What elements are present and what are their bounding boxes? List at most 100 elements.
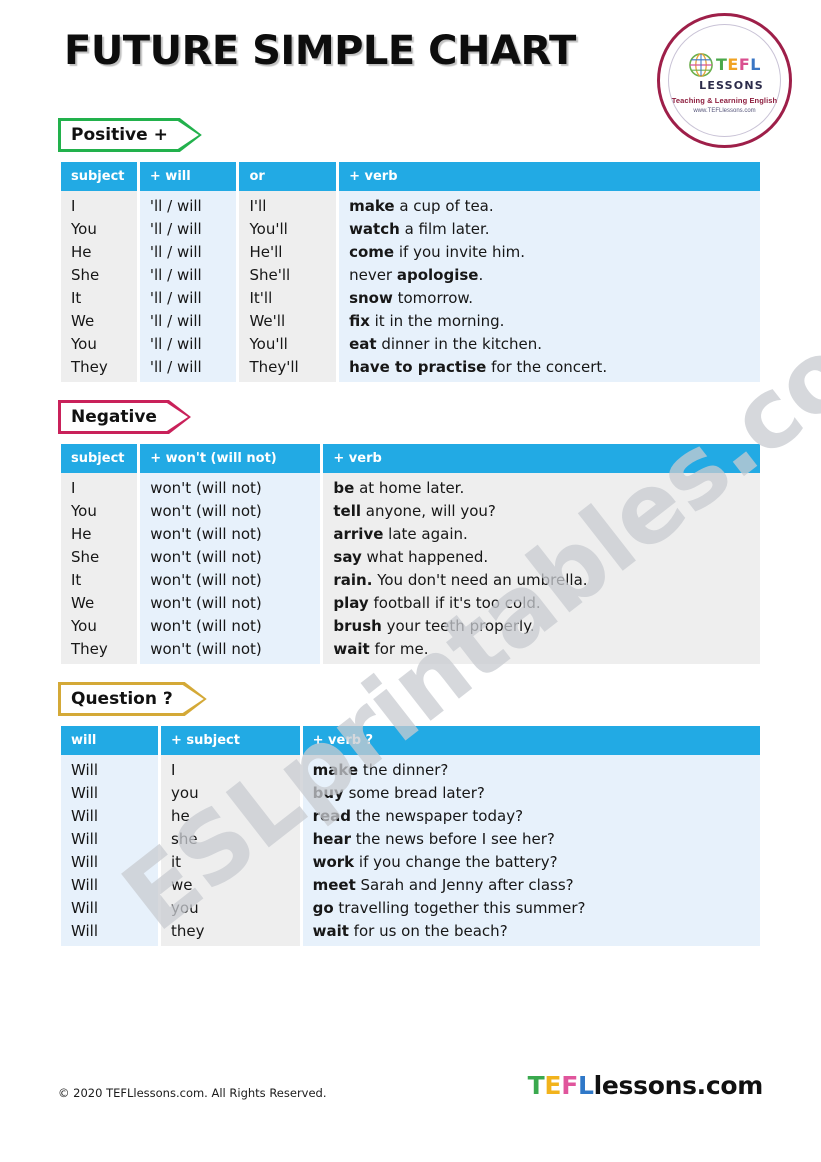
badge-label-question: Question ?: [71, 689, 173, 709]
worksheet-page: ESLprintables.com FUTURE SIMPLE CHART TE…: [0, 0, 821, 1162]
cell-subject: She: [61, 545, 138, 569]
copyright-text: © 2020 TEFLlessons.com. All Rights Reser…: [58, 1086, 327, 1100]
cell-verb-phrase: brush your teeth properly.: [323, 614, 760, 638]
table-row: You'll / will You'll watch a film later.: [61, 217, 760, 241]
cell-subject: It: [61, 568, 138, 592]
cell-auxiliary: 'll / will: [139, 191, 237, 218]
cell-subject: We: [61, 591, 138, 615]
footer-letter-e: E: [544, 1071, 562, 1100]
cell-auxiliary: he: [161, 804, 300, 828]
cell-verb-phrase: eat dinner in the kitchen.: [339, 332, 760, 356]
cell-auxiliary: 'll / will: [139, 240, 237, 264]
cell-auxiliary: 'll / will: [139, 332, 237, 356]
cell-auxiliary: won't (will not): [140, 637, 321, 664]
cell-auxiliary: they: [161, 919, 300, 946]
table-row: Will you go travelling together this summe…: [61, 896, 760, 920]
cell-subject: Will: [61, 850, 159, 874]
cell-verb-phrase: wait for us on the beach?: [302, 919, 760, 946]
cell-auxiliary: won't (will not): [140, 473, 321, 500]
cell-verb-phrase: make the dinner?: [302, 755, 760, 782]
table-positive: subject + will or + verb I'll / will I'll make…: [58, 162, 763, 382]
table-row: He won't (will not) arrive late again.: [61, 522, 760, 546]
column-header: subject: [61, 162, 137, 191]
table-row: Will Imake the dinner?: [61, 755, 760, 782]
logo-lessons-text: LESSONS: [699, 78, 764, 92]
table-header-row: will + subject + verb ?: [61, 726, 760, 755]
cell-auxiliary: won't (will not): [140, 614, 321, 638]
cell-subject: I: [61, 191, 137, 218]
page-footer: © 2020 TEFLlessons.com. All Rights Reser…: [58, 1071, 763, 1100]
cell-auxiliary: won't (will not): [140, 545, 321, 569]
footer-letter-l: L: [577, 1071, 594, 1100]
table-row: It won't (will not) rain. You don't need a…: [61, 568, 760, 592]
cell-subject: Will: [61, 919, 159, 946]
table-row: Iwon't (will not) be at home later.: [61, 473, 760, 500]
sections-container: Positive + subject + will or + verb I'll / wi…: [58, 118, 763, 946]
cell-auxiliary: They'll: [239, 355, 337, 382]
cell-subject: She: [61, 263, 137, 287]
cell-subject: He: [61, 240, 137, 264]
badge-wrap-question: Question ?: [58, 682, 763, 722]
cell-verb-phrase: wait for me.: [323, 637, 760, 664]
badge-wrap-positive: Positive +: [58, 118, 763, 158]
cell-auxiliary: 'll / will: [139, 263, 237, 287]
cell-subject: Will: [61, 755, 159, 782]
cell-auxiliary: 'll / will: [139, 286, 237, 310]
cell-auxiliary: I'll: [239, 191, 337, 218]
table-question: will + subject + verb ? Will Imake the dinne…: [58, 726, 763, 946]
table-row: We won't (will not) play football if it's …: [61, 591, 760, 615]
badge-wrap-negative: Negative: [58, 400, 763, 440]
cell-verb-phrase: have to practise for the concert.: [339, 355, 760, 382]
badge-label-negative: Negative: [71, 407, 157, 427]
cell-subject: It: [61, 286, 137, 310]
globe-icon: [689, 52, 713, 77]
cell-auxiliary: 'll / will: [139, 355, 237, 382]
page-header: FUTURE SIMPLE CHART TEFL LESSONS Teachin…: [58, 0, 792, 148]
cell-auxiliary: won't (will not): [140, 568, 321, 592]
cell-subject: You: [61, 332, 137, 356]
table-row: You'll / will You'll eat dinner in the kit…: [61, 332, 760, 356]
table-row: It'll / will It'll snow tomorrow.: [61, 286, 760, 310]
section-question: Question ? will + subject + verb ? Will Imake…: [58, 682, 763, 946]
cell-subject: They: [61, 355, 137, 382]
table-row: I'll / will I'll make a cup of tea.: [61, 191, 760, 218]
column-header: or: [239, 162, 337, 191]
cell-verb-phrase: buy some bread later?: [302, 781, 760, 805]
cell-auxiliary: we: [161, 873, 300, 897]
cell-subject: He: [61, 522, 138, 546]
column-header: + won't (will not): [140, 444, 321, 473]
column-header: will: [61, 726, 159, 755]
cell-subject: You: [61, 217, 137, 241]
footer-letter-f: F: [561, 1071, 578, 1100]
cell-subject: We: [61, 309, 137, 333]
table-row: Will he read the newspaper today?: [61, 804, 760, 828]
table-row: They'll / will They'll have to practise fo…: [61, 355, 760, 382]
cell-verb-phrase: be at home later.: [323, 473, 760, 500]
table-row: She won't (will not) say what happened.: [61, 545, 760, 569]
cell-auxiliary: It'll: [239, 286, 337, 310]
column-header: + will: [139, 162, 237, 191]
footer-letter-t: T: [527, 1071, 545, 1100]
cell-auxiliary: I: [161, 755, 300, 782]
cell-verb-phrase: say what happened.: [323, 545, 760, 569]
cell-subject: You: [61, 614, 138, 638]
column-header: + verb: [323, 444, 760, 473]
cell-auxiliary: He'll: [239, 240, 337, 264]
table-row: They won't (will not) wait for me.: [61, 637, 760, 664]
cell-auxiliary: won't (will not): [140, 591, 321, 615]
section-badge-positive: Positive +: [58, 118, 202, 152]
table-row: Will she hear the news before I see her?: [61, 827, 760, 851]
cell-verb-phrase: meet Sarah and Jenny after class?: [302, 873, 760, 897]
cell-subject: You: [61, 499, 138, 523]
logo-url: www.TEFLlessons.com: [693, 107, 756, 114]
cell-auxiliary: she: [161, 827, 300, 851]
table-row: She'll / will She'll never apologise.: [61, 263, 760, 287]
cell-verb-phrase: play football if it's too cold.: [323, 591, 760, 615]
cell-auxiliary: won't (will not): [140, 522, 321, 546]
cell-verb-phrase: make a cup of tea.: [339, 191, 760, 218]
cell-auxiliary: 'll / will: [139, 309, 237, 333]
column-header: + verb: [339, 162, 760, 191]
section-negative: Negative subject + won't (will not) + verb I…: [58, 400, 763, 664]
cell-auxiliary: you: [161, 781, 300, 805]
logo-wordmark-row: TEFL: [688, 52, 761, 78]
